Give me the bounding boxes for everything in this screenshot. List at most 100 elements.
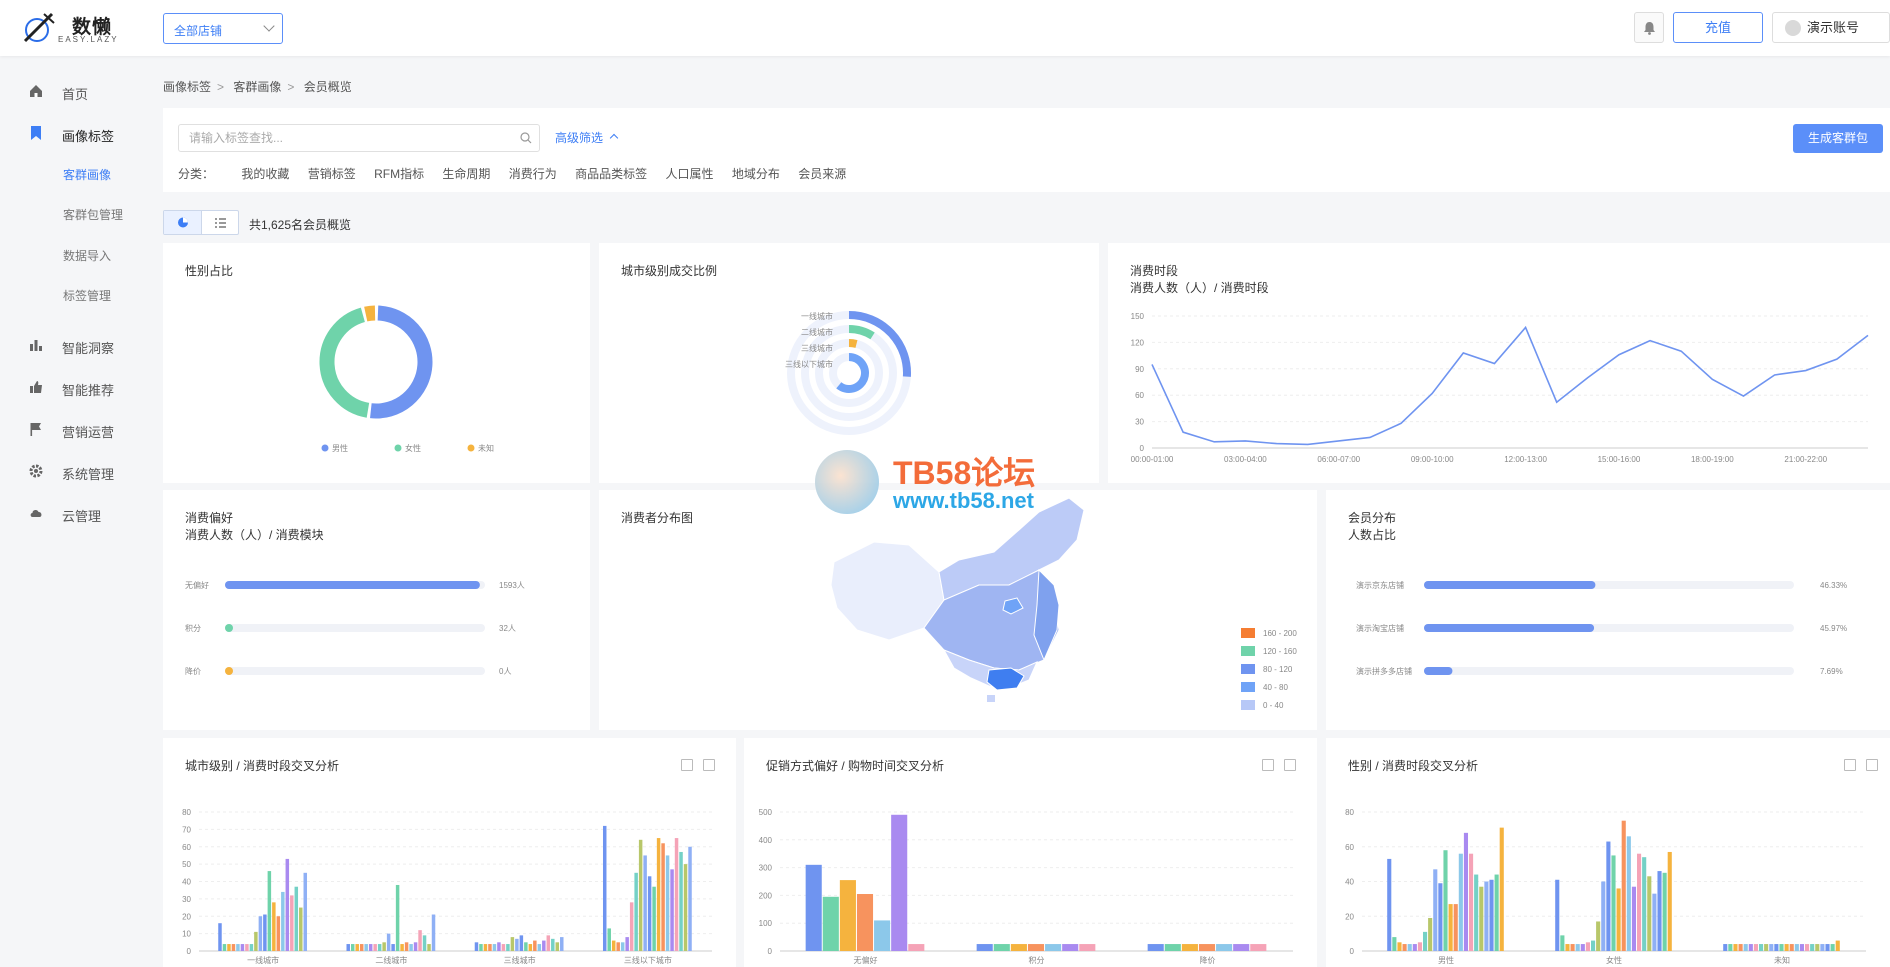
sidebar-sub-data-import[interactable]: 数据导入 — [63, 247, 111, 264]
legend-marker — [467, 444, 475, 452]
bar — [267, 871, 272, 951]
bar — [299, 907, 303, 951]
y-tick-label: 300 — [759, 864, 773, 873]
bar-chart-icon — [30, 340, 42, 351]
advanced-filter-toggle[interactable]: 高级筛选 — [555, 129, 619, 146]
sidebar-item-recommend[interactable]: 智能推荐 — [0, 368, 160, 408]
bar — [1642, 857, 1647, 951]
x-tick-label: 女性 — [1606, 955, 1622, 965]
bar — [1458, 853, 1463, 951]
bar — [1428, 917, 1433, 951]
bar — [822, 896, 839, 951]
y-tick-label: 150 — [1131, 312, 1145, 321]
chart-view-button[interactable] — [164, 211, 202, 234]
bar — [670, 869, 674, 951]
category-lifecycle[interactable]: 生命周期 — [442, 167, 490, 181]
bar — [537, 944, 542, 951]
bar — [263, 914, 267, 951]
bar — [1422, 931, 1428, 951]
sidebar-sub-tag-management[interactable]: 标签管理 — [63, 287, 111, 304]
cross1-bar-chart: 0 10 20 30 40 50 60 70 80 一线城市 二线城市 三线城市 三线以下城市 — [182, 808, 712, 965]
notification-button[interactable] — [1634, 12, 1664, 43]
advanced-filter-label: 高级筛选 — [555, 131, 604, 145]
generate-group-button[interactable]: 生成客群包 — [1793, 124, 1883, 153]
sidebar-item-label: 智能洞察 — [62, 341, 115, 356]
bar — [661, 843, 665, 951]
time-slot-card: 消费时段 消费人数（人）/ 消费时段 0 30 60 90 120 150 00:00-01… — [1108, 243, 1890, 483]
list-view-button[interactable] — [202, 211, 238, 234]
breadcrumb-item[interactable]: 客群画像 — [233, 80, 281, 94]
bar — [254, 931, 258, 951]
category-source[interactable]: 会员来源 — [798, 167, 846, 181]
sidebar-sub-customer-portrait[interactable]: 客群画像 — [63, 166, 111, 183]
y-tick-label: 20 — [1345, 912, 1354, 921]
bar — [1769, 944, 1774, 951]
bar — [1565, 944, 1570, 951]
bar — [1198, 944, 1216, 951]
bar — [1606, 841, 1611, 951]
sidebar-item-marketing[interactable]: 营销运营 — [0, 410, 160, 450]
bar — [377, 944, 382, 951]
bar — [1662, 872, 1667, 951]
bar — [1774, 944, 1779, 951]
bar — [1738, 944, 1743, 951]
bar — [1010, 944, 1027, 951]
sidebar-item-home[interactable]: 首页 — [0, 72, 160, 112]
account-menu[interactable]: 演示账号 — [1772, 12, 1890, 43]
bar — [839, 880, 856, 951]
search-icon[interactable] — [520, 132, 532, 144]
bell-icon — [1644, 22, 1655, 35]
bar — [1443, 850, 1448, 951]
sidebar-item-insights[interactable]: 智能洞察 — [0, 326, 160, 366]
bar — [258, 916, 263, 951]
tag-search-input[interactable] — [178, 124, 540, 152]
sidebar-item-cloud[interactable]: 云管理 — [0, 494, 160, 534]
sidebar-item-system[interactable]: 系统管理 — [0, 452, 160, 492]
x-tick-label: 15:00-16:00 — [1598, 455, 1641, 464]
ring-label: 一线城市 — [801, 311, 833, 321]
gender-donut-chart: 男性 女性 未知 — [319, 305, 494, 453]
bar — [422, 935, 427, 951]
sidebar-item-portrait-tags[interactable]: 画像标签 — [0, 114, 160, 154]
cloud-icon — [30, 510, 42, 517]
ring-label: 三线城市 — [801, 343, 833, 353]
bar — [483, 944, 488, 951]
ring-value — [848, 339, 858, 348]
bar — [1570, 944, 1575, 951]
bar — [1402, 944, 1407, 951]
bar-value — [1424, 581, 1596, 589]
category-marketing[interactable]: 营销标签 — [308, 167, 356, 181]
bar — [1621, 820, 1626, 951]
bar — [272, 902, 276, 951]
ring-label: 三线以下城市 — [785, 359, 833, 369]
category-product[interactable]: 商品品类标签 — [575, 167, 647, 181]
bar — [1164, 944, 1181, 951]
category-region[interactable]: 地域分布 — [732, 167, 780, 181]
y-tick-label: 0 — [768, 947, 773, 956]
bar — [1631, 886, 1637, 951]
bar — [346, 944, 350, 951]
bar — [391, 944, 395, 951]
watermark-url: www.tb58.net — [893, 488, 1034, 513]
cross3-bar-chart: 0 20 40 60 80 男性 女性 未知 — [1345, 808, 1866, 965]
logo[interactable]: 数懒 EASY.LAZY — [22, 9, 132, 47]
breadcrumb-item[interactable]: 画像标签 — [163, 80, 211, 94]
bar — [1555, 879, 1560, 951]
bar — [1799, 944, 1805, 951]
bar-category-label: 无偏好 — [185, 580, 209, 590]
bar — [364, 944, 368, 951]
ring-label: 二线城市 — [801, 327, 833, 337]
view-toggle — [163, 210, 239, 235]
bar — [427, 944, 431, 951]
store-select[interactable]: 全部店铺 — [163, 13, 283, 44]
sidebar-sub-group-management[interactable]: 客群包管理 — [63, 206, 123, 223]
recharge-button[interactable]: 充值 — [1673, 12, 1763, 43]
chevron-right-icon: > — [287, 80, 295, 94]
x-tick-label: 男性 — [1438, 955, 1454, 965]
category-rfm[interactable]: RFM指标 — [374, 167, 424, 181]
category-favorites[interactable]: 我的收藏 — [241, 167, 289, 181]
x-tick-label: 三线城市 — [504, 955, 536, 965]
category-behavior[interactable]: 消费行为 — [509, 167, 557, 181]
category-demographics[interactable]: 人口属性 — [666, 167, 714, 181]
gender-slice — [364, 305, 376, 322]
